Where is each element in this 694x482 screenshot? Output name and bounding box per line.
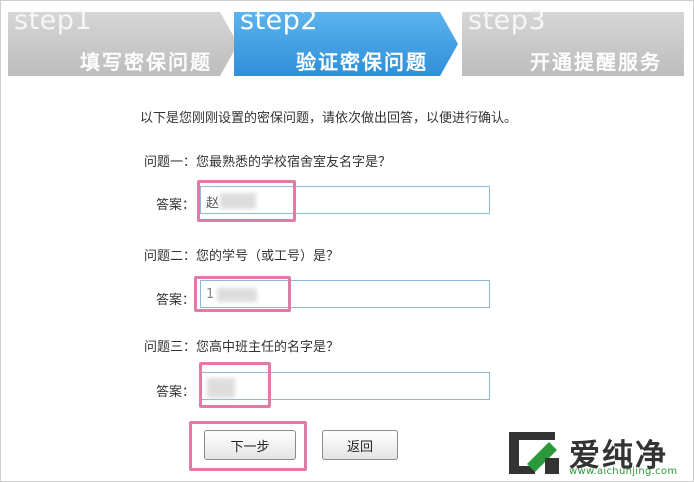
step-progress-bar: step1 填写密保问题 step2 验证密保问题 step3 开通提醒服务	[0, 0, 694, 82]
step-2: step2 验证密保问题	[234, 0, 458, 82]
next-button-highlight-box	[189, 421, 307, 471]
step-1-number: step1	[14, 5, 93, 36]
answer-3-highlight-box	[199, 362, 271, 408]
back-button[interactable]: 返回	[322, 430, 398, 460]
step-2-label: 验证密保问题	[296, 50, 428, 74]
answer-2-label: 答案：	[156, 293, 196, 308]
intro-text: 以下是您刚刚设置的密保问题，请依次做出回答，以便进行确认。	[140, 111, 518, 126]
step-2-number: step2	[240, 5, 319, 36]
answer-3-label: 答案：	[156, 385, 196, 400]
step-3: step3 开通提醒服务	[462, 0, 684, 82]
question-2-text: 问题二：您的学号（或工号）是？	[144, 249, 340, 264]
step-1-label: 填写密保问题	[80, 50, 212, 74]
step-1: step1 填写密保问题	[8, 0, 238, 82]
answer-1-label: 答案：	[156, 198, 196, 213]
question-1-text: 问题一：您最熟悉的学校宿舍室友名字是？	[144, 155, 392, 170]
answer-1-highlight-box	[197, 180, 296, 222]
watermark-url: www.aichunjing.com	[569, 466, 678, 477]
step-3-number: step3	[468, 5, 547, 36]
answer-2-highlight-box	[194, 276, 291, 312]
watermark-logo-icon	[509, 432, 559, 474]
step-3-label: 开通提醒服务	[530, 50, 662, 74]
watermark: 爱纯净 www.aichunjing.com	[505, 428, 685, 478]
question-3-text: 问题三：您高中班主任的名字是？	[144, 340, 340, 355]
